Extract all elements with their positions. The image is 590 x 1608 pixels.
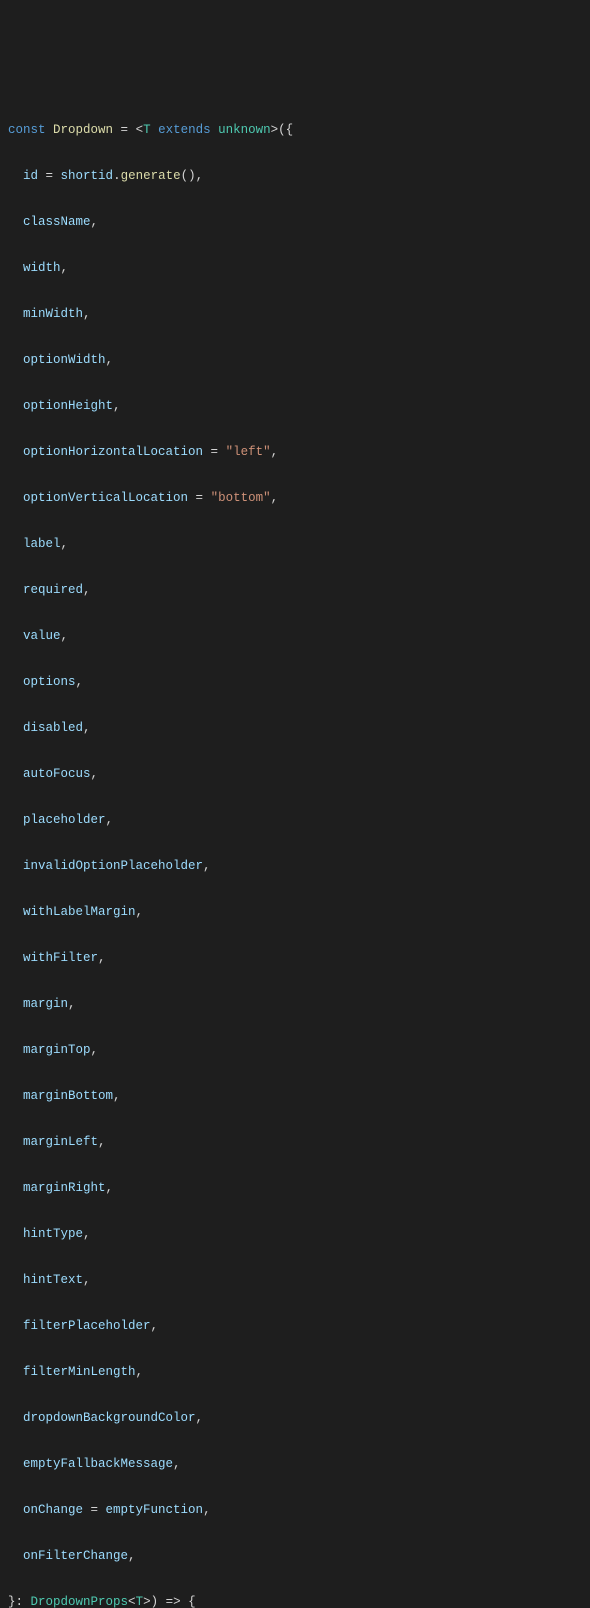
code-line: }: DropdownProps<T>) => {: [0, 1591, 590, 1608]
code-line: optionHeight,: [0, 395, 590, 418]
code-line: id = shortid.generate(),: [0, 165, 590, 188]
prop-label: label: [23, 537, 61, 551]
code-line: value,: [0, 625, 590, 648]
keyword-const: const: [8, 123, 46, 137]
string-bottom: "bottom": [211, 491, 271, 505]
prop-required: required: [23, 583, 83, 597]
code-line: options,: [0, 671, 590, 694]
prop-marginTop: marginTop: [23, 1043, 91, 1057]
prop-marginLeft: marginLeft: [23, 1135, 98, 1149]
code-line: filterPlaceholder,: [0, 1315, 590, 1338]
code-line: width,: [0, 257, 590, 280]
code-line: marginRight,: [0, 1177, 590, 1200]
prop-disabled: disabled: [23, 721, 83, 735]
prop-optionHorizontalLocation: optionHorizontalLocation: [23, 445, 203, 459]
code-line: invalidOptionPlaceholder,: [0, 855, 590, 878]
prop-minWidth: minWidth: [23, 307, 83, 321]
code-line: className,: [0, 211, 590, 234]
type-DropdownProps: DropdownProps: [31, 1595, 129, 1608]
prop-withFilter: withFilter: [23, 951, 98, 965]
code-line: withFilter,: [0, 947, 590, 970]
code-editor[interactable]: const Dropdown = <T extends unknown>({ i…: [0, 96, 590, 1608]
prop-filterPlaceholder: filterPlaceholder: [23, 1319, 151, 1333]
code-line: const Dropdown = <T extends unknown>({: [0, 119, 590, 142]
code-line: marginLeft,: [0, 1131, 590, 1154]
prop-hintText: hintText: [23, 1273, 83, 1287]
code-line: optionWidth,: [0, 349, 590, 372]
prop-className: className: [23, 215, 91, 229]
code-line: optionHorizontalLocation = "left",: [0, 441, 590, 464]
code-line: minWidth,: [0, 303, 590, 326]
prop-dropdownBackgroundColor: dropdownBackgroundColor: [23, 1411, 196, 1425]
prop-placeholder: placeholder: [23, 813, 106, 827]
prop-marginRight: marginRight: [23, 1181, 106, 1195]
code-line: optionVerticalLocation = "bottom",: [0, 487, 590, 510]
code-line: hintText,: [0, 1269, 590, 1292]
code-line: emptyFallbackMessage,: [0, 1453, 590, 1476]
code-line: margin,: [0, 993, 590, 1016]
prop-id: id: [23, 169, 38, 183]
code-line: disabled,: [0, 717, 590, 740]
code-line: required,: [0, 579, 590, 602]
code-line: placeholder,: [0, 809, 590, 832]
string-left: "left": [226, 445, 271, 459]
code-line: withLabelMargin,: [0, 901, 590, 924]
prop-optionVerticalLocation: optionVerticalLocation: [23, 491, 188, 505]
prop-optionHeight: optionHeight: [23, 399, 113, 413]
prop-onChange: onChange: [23, 1503, 83, 1517]
prop-optionWidth: optionWidth: [23, 353, 106, 367]
code-line: marginBottom,: [0, 1085, 590, 1108]
prop-onFilterChange: onFilterChange: [23, 1549, 128, 1563]
generic-t: T: [143, 123, 151, 137]
prop-options: options: [23, 675, 76, 689]
component-name: Dropdown: [53, 123, 113, 137]
prop-hintType: hintType: [23, 1227, 83, 1241]
code-line: onChange = emptyFunction,: [0, 1499, 590, 1522]
prop-invalidOptionPlaceholder: invalidOptionPlaceholder: [23, 859, 203, 873]
prop-value: value: [23, 629, 61, 643]
code-line: label,: [0, 533, 590, 556]
prop-autoFocus: autoFocus: [23, 767, 91, 781]
code-line: onFilterChange,: [0, 1545, 590, 1568]
prop-marginBottom: marginBottom: [23, 1089, 113, 1103]
prop-withLabelMargin: withLabelMargin: [23, 905, 136, 919]
prop-margin: margin: [23, 997, 68, 1011]
prop-filterMinLength: filterMinLength: [23, 1365, 136, 1379]
code-line: dropdownBackgroundColor,: [0, 1407, 590, 1430]
prop-emptyFallbackMessage: emptyFallbackMessage: [23, 1457, 173, 1471]
prop-width: width: [23, 261, 61, 275]
code-line: filterMinLength,: [0, 1361, 590, 1384]
code-line: autoFocus,: [0, 763, 590, 786]
code-line: marginTop,: [0, 1039, 590, 1062]
code-line: hintType,: [0, 1223, 590, 1246]
